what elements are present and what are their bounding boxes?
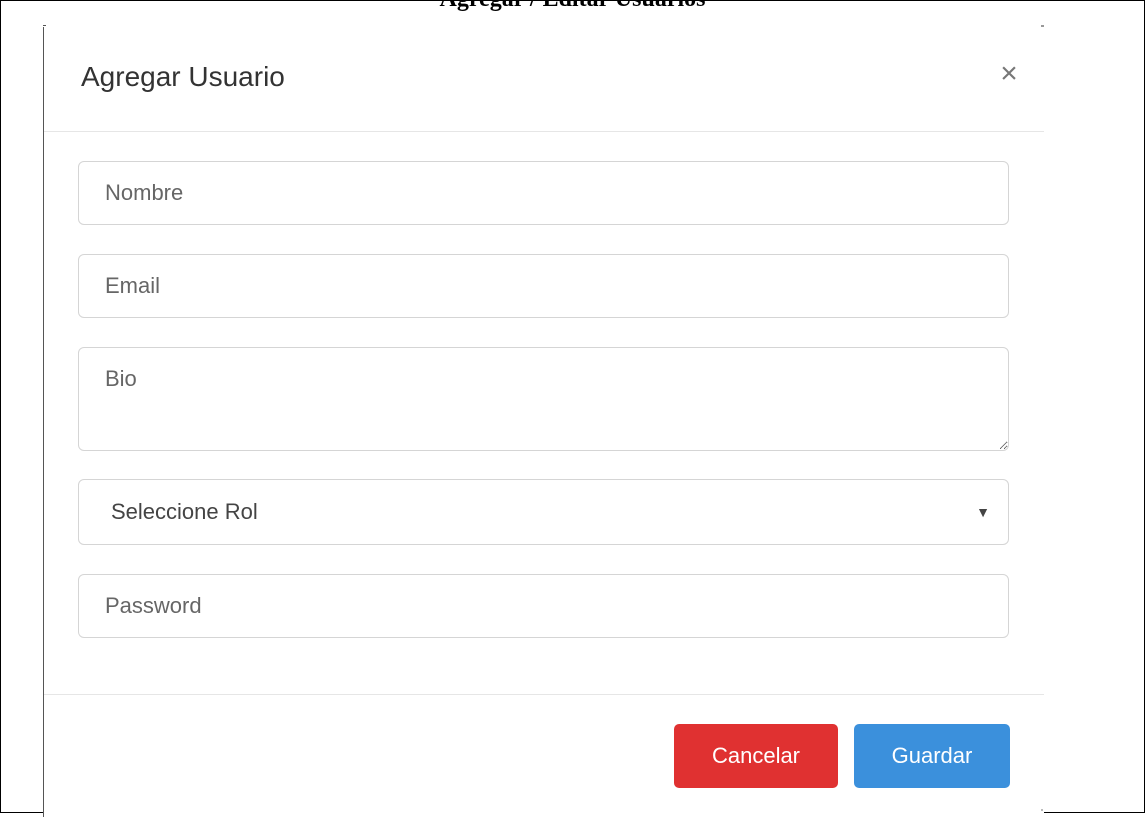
role-select[interactable]: Seleccione Rol ▼ bbox=[78, 479, 1009, 545]
modal-corner-left bbox=[43, 25, 46, 26]
email-input[interactable] bbox=[78, 254, 1009, 318]
modal-title: Agregar Usuario bbox=[81, 61, 285, 92]
role-select-value: Seleccione Rol bbox=[111, 499, 258, 524]
chevron-down-icon: ▼ bbox=[976, 504, 990, 520]
modal-header: Agregar Usuario × bbox=[44, 27, 1044, 132]
bio-textarea[interactable] bbox=[78, 347, 1009, 451]
password-input[interactable] bbox=[78, 574, 1009, 638]
name-input[interactable] bbox=[78, 161, 1009, 225]
add-user-modal: Agregar Usuario × Seleccione Rol ▼ Cance… bbox=[43, 27, 1044, 817]
document-caption: Agregar / Editar Usuarios bbox=[1, 0, 1144, 11]
screenshot-frame: Agregar / Editar Usuarios Agregar Usuari… bbox=[0, 0, 1145, 817]
save-button[interactable]: Guardar bbox=[854, 724, 1010, 788]
edge-mark bbox=[1041, 809, 1043, 811]
cancel-button[interactable]: Cancelar bbox=[674, 724, 838, 788]
modal-footer: Cancelar Guardar bbox=[44, 694, 1044, 795]
close-icon[interactable]: × bbox=[994, 57, 1024, 91]
